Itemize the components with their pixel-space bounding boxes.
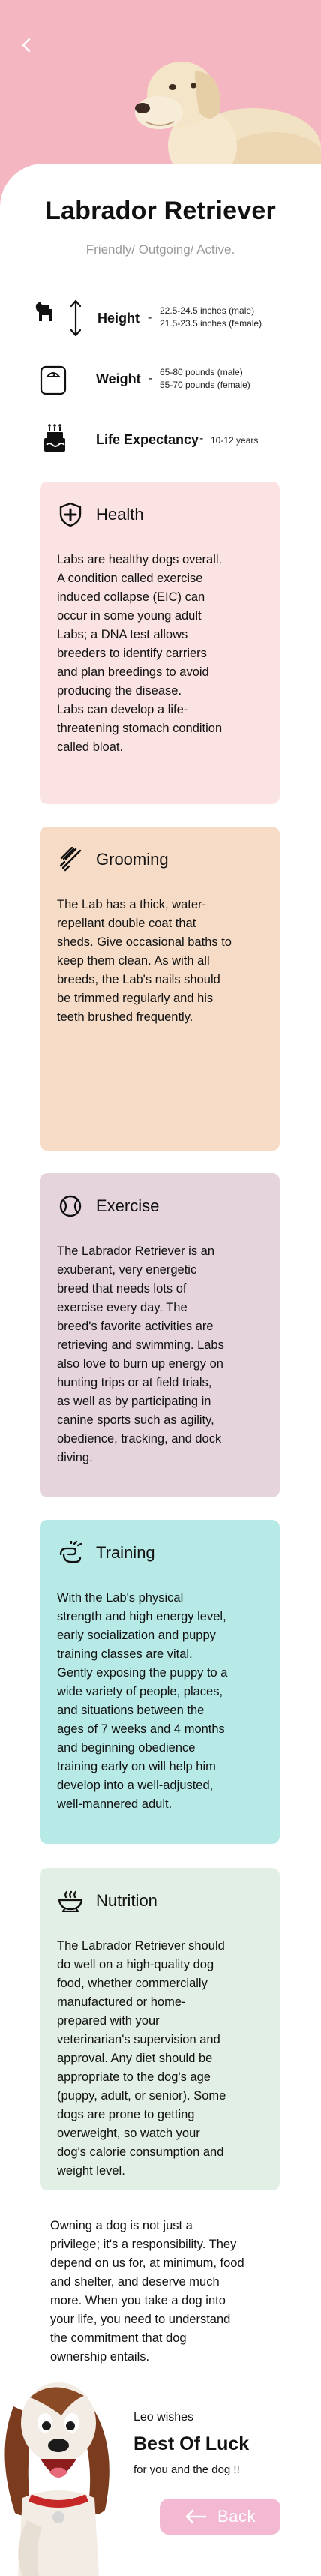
training-card: Training With the Lab's physical strengt… xyxy=(40,1520,280,1844)
card-title: Training xyxy=(96,1543,155,1562)
stat-dash: - xyxy=(148,311,152,324)
grooming-card: Grooming The Lab has a thick, water- rep… xyxy=(40,827,280,1151)
chevron-left-icon[interactable] xyxy=(18,36,36,54)
stat-label: Height xyxy=(98,311,140,326)
stat-value-male: 65-80 pounds (male) xyxy=(160,367,243,377)
wishes-text: Leo wishes xyxy=(134,2411,194,2424)
stat-dash: - xyxy=(148,372,153,385)
dog-silhouette-icon xyxy=(35,302,52,321)
arrow-left-icon xyxy=(185,2509,207,2524)
stat-value: 10-12 years xyxy=(211,435,259,446)
card-title: Nutrition xyxy=(96,1891,158,1910)
stat-life: Life Expectancy - 10-12 years xyxy=(0,420,321,465)
shield-plus-icon xyxy=(57,501,84,528)
card-body: The Lab has a thick, water- repellant do… xyxy=(57,898,232,1024)
height-arrow-icon xyxy=(70,299,82,337)
stat-value-female: 55-70 pounds (female) xyxy=(160,380,250,390)
best-luck-text: Best Of Luck xyxy=(134,2433,250,2454)
hero-banner xyxy=(0,0,321,206)
page-title: Labrador Retriever xyxy=(45,197,276,225)
stat-height: Height - 22.5-24.5 inches (male) 21.5-23… xyxy=(0,299,321,344)
nutrition-card: Nutrition The Labrador Retriever should … xyxy=(40,1868,280,2190)
birthday-cake-icon xyxy=(44,424,65,452)
page-subtitle: Friendly/ Outgoing/ Active. xyxy=(86,242,236,257)
card-title: Grooming xyxy=(96,850,169,869)
stat-value-female: 21.5-23.5 inches (female) xyxy=(160,318,262,329)
health-card: Health Labs are healthy dogs overall. A … xyxy=(40,482,280,804)
card-body: The Labrador Retriever is an exuberant, … xyxy=(57,1244,224,1464)
card-body: The Labrador Retriever should do well on… xyxy=(57,1939,226,2178)
comb-icon xyxy=(57,846,84,873)
food-bowl-icon xyxy=(57,1887,84,1914)
card-body: With the Lab's physical strength and hig… xyxy=(57,1591,228,1811)
stat-label: Weight xyxy=(96,371,141,386)
cartoon-dog-illustration xyxy=(4,2382,110,2576)
for-you-text: for you and the dog !! xyxy=(134,2463,240,2476)
scale-icon xyxy=(40,365,67,395)
ball-icon xyxy=(57,1193,84,1220)
closing-paragraph: Owning a dog is not just a privilege; it… xyxy=(50,2219,244,2364)
card-title: Exercise xyxy=(96,1196,160,1215)
stat-dash: - xyxy=(200,432,204,445)
card-body: Labs are healthy dogs overall. A conditi… xyxy=(57,553,223,754)
training-hand-icon xyxy=(57,1539,84,1566)
exercise-card: Exercise The Labrador Retriever is an ex… xyxy=(40,1173,280,1497)
stat-weight: Weight - 65-80 pounds (male) 55-70 pound… xyxy=(0,360,321,405)
stat-label: Life Expectancy xyxy=(96,432,200,447)
back-button[interactable]: Back xyxy=(160,2499,280,2535)
stat-value-male: 22.5-24.5 inches (male) xyxy=(160,305,255,316)
card-title: Health xyxy=(96,505,144,524)
back-button-label: Back xyxy=(218,2507,256,2526)
